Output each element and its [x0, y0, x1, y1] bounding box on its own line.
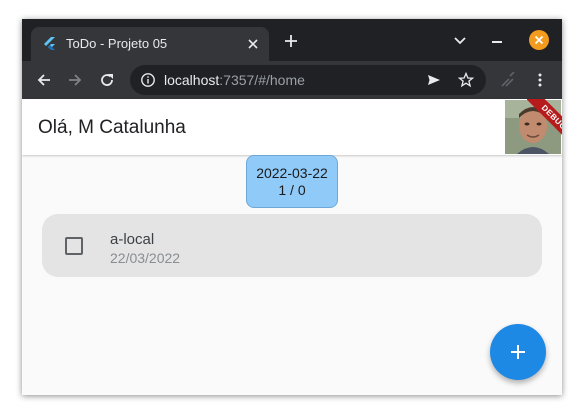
- star-icon[interactable]: [458, 72, 474, 88]
- chip-count: 1 / 0: [278, 182, 306, 198]
- new-tab-icon[interactable]: [283, 33, 299, 49]
- reload-icon[interactable]: [99, 72, 115, 88]
- tab-strip: ToDo - Projeto 05: [22, 19, 562, 61]
- todo-title: a-local: [110, 231, 155, 248]
- date-summary-chip[interactable]: 2022-03-22 1 / 0: [246, 155, 338, 208]
- send-icon[interactable]: [426, 72, 442, 88]
- chip-date: 2022-03-22: [256, 165, 328, 181]
- address-bar[interactable]: localhost:7357/#/home: [130, 65, 486, 95]
- tab-search-icon[interactable]: [453, 36, 467, 46]
- app-bar: Olá, M Catalunha: [22, 99, 562, 155]
- close-tab-icon[interactable]: [245, 36, 261, 52]
- plus-icon: [511, 345, 525, 359]
- close-window-icon[interactable]: [529, 30, 549, 50]
- todo-date: 22/03/2022: [110, 250, 181, 266]
- forward-icon[interactable]: [67, 72, 83, 88]
- tab-title: ToDo - Projeto 05: [66, 36, 168, 51]
- browser-window: ToDo - Projeto 05 localhost:7357/#/home …: [22, 19, 562, 395]
- browser-toolbar: localhost:7357/#/home: [22, 61, 562, 99]
- info-icon[interactable]: [140, 72, 156, 88]
- back-icon[interactable]: [36, 72, 52, 88]
- url-path: :7357/#/home: [219, 72, 305, 88]
- browser-tab[interactable]: ToDo - Projeto 05: [31, 27, 269, 61]
- url-text[interactable]: localhost:7357/#/home: [164, 72, 305, 88]
- extensions-icon[interactable]: [500, 72, 516, 88]
- todo-item[interactable]: a-local 22/03/2022: [42, 214, 542, 277]
- debug-banner: DEBUG: [527, 99, 562, 155]
- greeting-title: Olá, M Catalunha: [38, 117, 186, 138]
- debug-label: DEBUG: [527, 99, 562, 147]
- add-todo-button[interactable]: [490, 324, 546, 380]
- minimize-icon[interactable]: [492, 41, 502, 43]
- todo-checkbox[interactable]: [65, 237, 83, 255]
- flutter-icon: [44, 37, 55, 50]
- url-host: localhost: [164, 72, 220, 88]
- menu-icon[interactable]: [534, 72, 546, 88]
